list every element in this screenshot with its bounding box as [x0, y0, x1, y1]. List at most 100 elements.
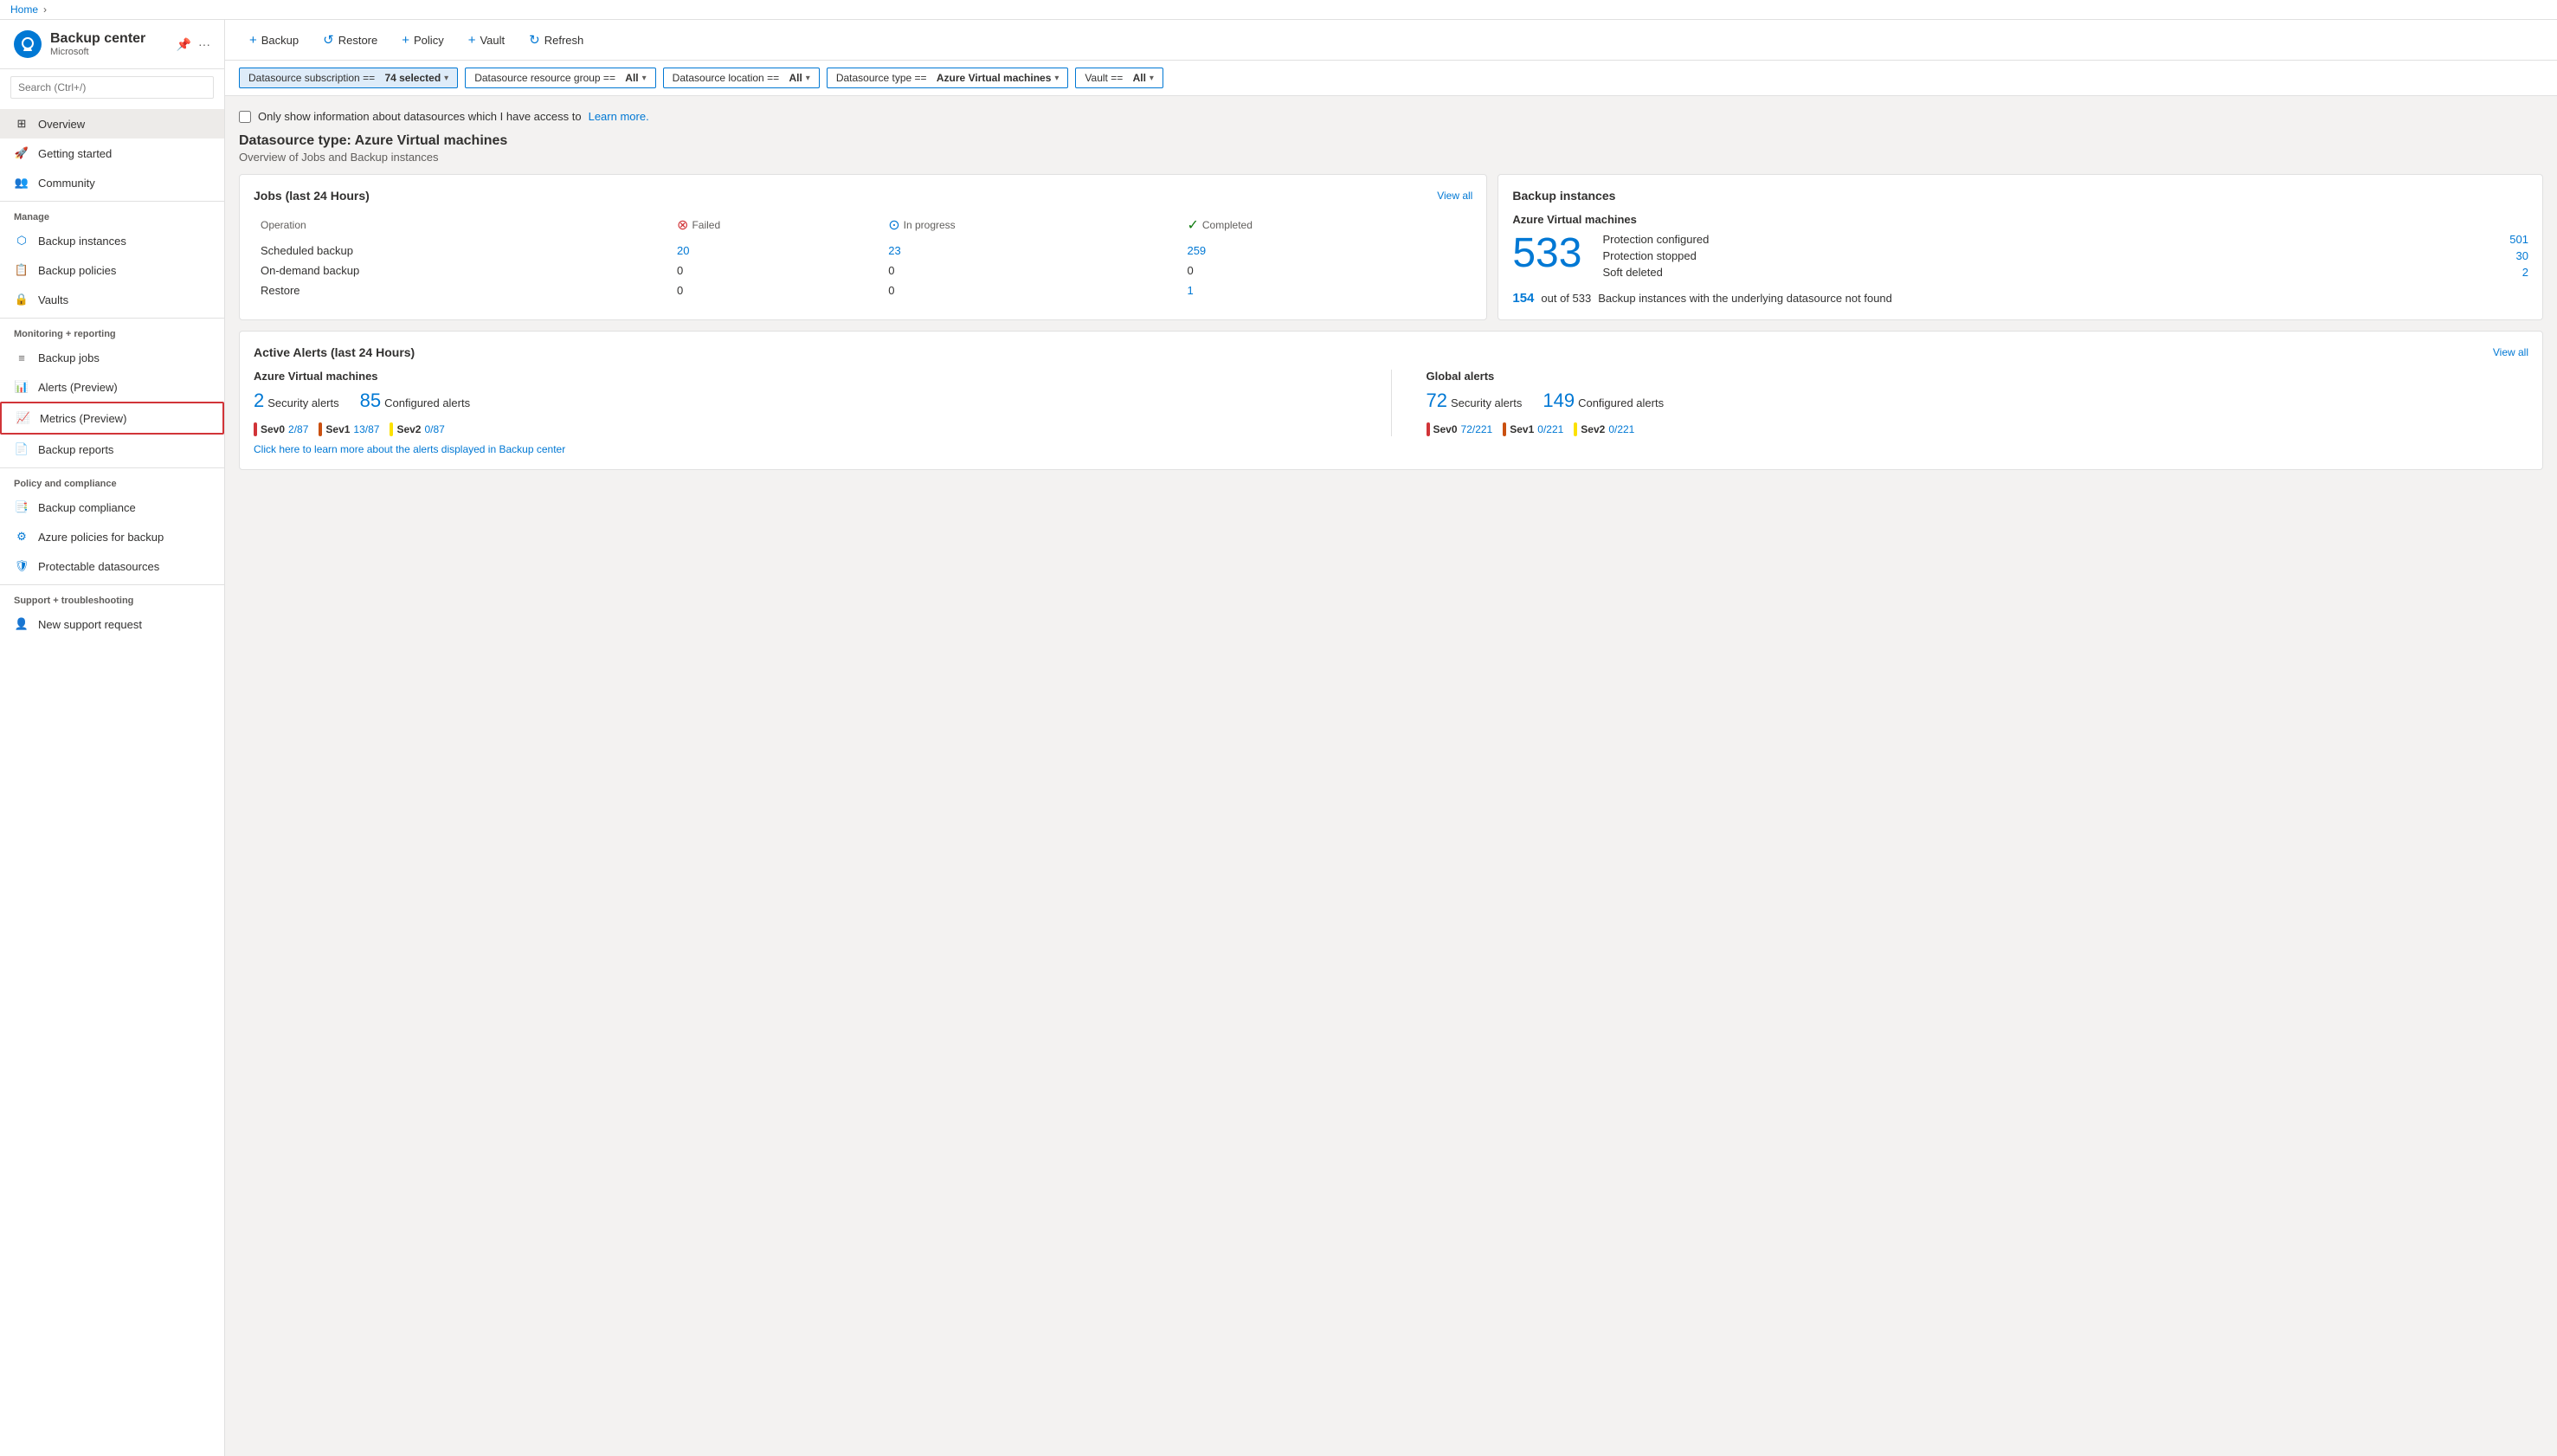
access-checkbox[interactable] [239, 111, 251, 123]
sidebar-item-community[interactable]: 👥 Community [0, 168, 224, 197]
global-sev0: Sev0 72/221 [1427, 422, 1493, 436]
backup-jobs-icon: ≡ [14, 350, 29, 365]
azure-vm-sev1: Sev1 13/87 [319, 422, 379, 436]
sev0-bar [254, 422, 257, 436]
sidebar-item-overview[interactable]: ⊞ Overview [0, 109, 224, 139]
main-toolbar: + Backup ↺ Restore + Policy + Vault ↻ Re… [225, 20, 2557, 61]
sidebar-new-support-label: New support request [38, 618, 142, 631]
backup-instances-icon: ⬡ [14, 233, 29, 248]
sidebar-header: Backup center Microsoft 📌 ··· [0, 20, 224, 69]
bi-stat-row: Soft deleted2 [1602, 266, 2528, 279]
chevron-down-icon: ▾ [444, 74, 448, 83]
job-completed[interactable]: 259 [1180, 241, 1472, 261]
azure-vm-configured-label: Configured alerts [384, 396, 470, 409]
overview-icon: ⊞ [14, 116, 29, 132]
sidebar-item-alerts[interactable]: 📊 Alerts (Preview) [0, 372, 224, 402]
sidebar-item-getting-started[interactable]: 🚀 Getting started [0, 139, 224, 168]
sidebar-search-container [0, 69, 224, 106]
job-failed: 0 [670, 280, 881, 300]
table-row: Scheduled backup2023259 [254, 241, 1472, 261]
more-icon[interactable]: ··· [198, 37, 210, 52]
jobs-view-all-link[interactable]: View all [1437, 190, 1472, 202]
azure-vm-alerts-section: Azure Virtual machines 2 Security alerts… [254, 370, 1356, 436]
support-icon: 👤 [14, 616, 29, 632]
filter-datasource-type[interactable]: Datasource type == Azure Virtual machine… [827, 68, 1069, 88]
alerts-view-all-link[interactable]: View all [2493, 346, 2528, 358]
filter-subscription[interactable]: Datasource subscription == 74 selected ▾ [239, 68, 458, 88]
alerts-card-header: Active Alerts (last 24 Hours) View all [254, 345, 2528, 359]
alerts-divider [1391, 370, 1392, 436]
backup-button[interactable]: + Backup [239, 28, 309, 53]
restore-button[interactable]: ↺ Restore [312, 27, 388, 53]
sidebar-item-backup-instances[interactable]: ⬡ Backup instances [0, 226, 224, 255]
pin-icon[interactable]: 📌 [177, 37, 191, 52]
sidebar-overview-label: Overview [38, 118, 85, 131]
filter-location[interactable]: Datasource location == All ▾ [663, 68, 820, 88]
sidebar-item-backup-jobs[interactable]: ≡ Backup jobs [0, 343, 224, 372]
sidebar-alerts-label: Alerts (Preview) [38, 381, 118, 394]
refresh-button[interactable]: ↻ Refresh [518, 27, 594, 53]
app-icon [14, 30, 42, 58]
vault-button[interactable]: + Vault [458, 28, 515, 53]
alerts-icon: 📊 [14, 379, 29, 395]
sidebar-protectable-label: Protectable datasources [38, 560, 159, 573]
sidebar-azure-policies-label: Azure policies for backup [38, 531, 164, 544]
bi-stat-label: Protection stopped [1602, 249, 1696, 262]
main-panel: + Backup ↺ Restore + Policy + Vault ↻ Re… [225, 20, 2557, 1456]
learn-more-link[interactable]: Learn more. [589, 110, 649, 123]
global-security-num: 72 [1427, 390, 1447, 412]
alerts-learn-more-link[interactable]: Click here to learn more about the alert… [254, 443, 565, 455]
metrics-icon: 📈 [16, 410, 31, 426]
filter-resource-group[interactable]: Datasource resource group == All ▾ [465, 68, 655, 88]
bi-stat-value[interactable]: 501 [2509, 233, 2528, 246]
sidebar-item-metrics[interactable]: 📈 Metrics (Preview) [0, 402, 224, 435]
jobs-card: Jobs (last 24 Hours) View all Operation … [239, 174, 1487, 320]
sidebar-vaults-label: Vaults [38, 293, 68, 306]
job-completed[interactable]: 1 [1180, 280, 1472, 300]
monitoring-section-label: Monitoring + reporting [0, 318, 224, 343]
job-inprogress: 0 [881, 280, 1180, 300]
job-failed[interactable]: 20 [670, 241, 881, 261]
filter-vault[interactable]: Vault == All ▾ [1075, 68, 1163, 88]
restore-toolbar-icon: ↺ [323, 32, 334, 48]
sidebar-item-new-support[interactable]: 👤 New support request [0, 609, 224, 639]
job-inprogress[interactable]: 23 [881, 241, 1180, 261]
sidebar-item-backup-policies[interactable]: 📋 Backup policies [0, 255, 224, 285]
global-sev1: Sev1 0/221 [1503, 422, 1563, 436]
bi-vm-title: Azure Virtual machines [1512, 213, 2528, 226]
access-row: Only show information about datasources … [239, 110, 2543, 123]
sidebar-item-azure-policies[interactable]: ⚙ Azure policies for backup [0, 522, 224, 551]
global-sev-row: Sev0 72/221 Sev1 0/221 Sev2 [1427, 422, 2529, 436]
col-completed-header: ✓ Completed [1180, 213, 1472, 241]
global-security-label: Security alerts [1451, 396, 1522, 409]
policy-button[interactable]: + Policy [391, 28, 454, 53]
sidebar-item-backup-compliance[interactable]: 📑 Backup compliance [0, 493, 224, 522]
col-operation-header: Operation [254, 213, 670, 241]
sidebar-backup-instances-label: Backup instances [38, 235, 126, 248]
search-input[interactable] [10, 76, 214, 99]
sidebar-backup-reports-label: Backup reports [38, 443, 113, 456]
backup-compliance-icon: 📑 [14, 499, 29, 515]
bi-stat-value[interactable]: 30 [2516, 249, 2528, 262]
backup-instances-card: Backup instances Azure Virtual machines … [1497, 174, 2543, 320]
azure-vm-security-block: 2 Security alerts [254, 390, 339, 412]
home-link[interactable]: Home [10, 3, 38, 16]
chevron-down-icon: ▾ [1150, 74, 1154, 83]
sidebar-item-protectable[interactable]: 🛡 Protectable datasources [0, 551, 224, 581]
global-configured-num: 149 [1543, 390, 1575, 412]
sidebar-metrics-label: Metrics (Preview) [40, 412, 126, 425]
sidebar-item-vaults[interactable]: 🔒 Vaults [0, 285, 224, 314]
community-icon: 👥 [14, 175, 29, 190]
global-configured-block: 149 Configured alerts [1543, 390, 1664, 412]
sidebar-item-backup-reports[interactable]: 📄 Backup reports [0, 435, 224, 464]
global-security-block: 72 Security alerts [1427, 390, 1523, 412]
azure-vm-configured-num: 85 [360, 390, 381, 412]
policy-toolbar-icon: + [402, 33, 409, 48]
bi-stat-value[interactable]: 2 [2522, 266, 2528, 279]
sidebar: Backup center Microsoft 📌 ··· ⊞ Overview… [0, 20, 225, 1456]
app-title: Backup center [50, 31, 145, 47]
top-cards-row: Jobs (last 24 Hours) View all Operation … [239, 174, 2543, 320]
alerts-card-title: Active Alerts (last 24 Hours) [254, 345, 415, 359]
global-alerts-section: Global alerts 72 Security alerts 149 Con… [1427, 370, 2529, 436]
job-operation: On-demand backup [254, 261, 670, 280]
